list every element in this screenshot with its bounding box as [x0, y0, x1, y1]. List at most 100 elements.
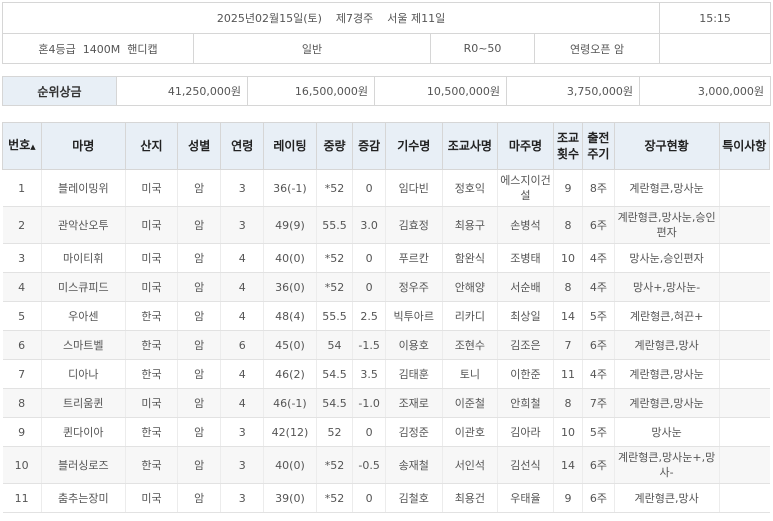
header-weight-change[interactable]: 증감 [352, 122, 386, 170]
cell-horse-name[interactable]: 블러싱로즈 [40, 446, 126, 484]
header-age[interactable]: 연령 [220, 122, 265, 170]
header-training-count[interactable]: 조교횟수 [552, 122, 584, 170]
cell-trainer[interactable]: 이관호 [441, 417, 498, 447]
cell-horse-name[interactable]: 춤추는장미 [40, 483, 126, 513]
cell-origin: 한국 [124, 446, 178, 484]
cell-owner[interactable]: 김조은 [497, 330, 554, 360]
table-row: 8 트리움퀸 미국 암 4 46(-1) 54.5 -1.0 조재로 이준철 안희철 8 7주 계란형큰,… [2, 388, 770, 418]
header-start-cycle[interactable]: 출전주기 [582, 122, 615, 170]
cell-owner[interactable]: 김아라 [497, 417, 554, 447]
cell-origin: 미국 [124, 206, 178, 244]
header-equipment[interactable]: 장구현황 [613, 122, 720, 170]
header-notes[interactable]: 특이사항 [718, 122, 771, 170]
cell-jockey[interactable]: 이용호 [384, 330, 443, 360]
entries-table: 번호▲ 마명 산지 성별 연령 레이팅 중량 증감 기수명 조교사명 마주명 조… [2, 122, 771, 513]
cell-jockey[interactable]: 김정준 [384, 417, 443, 447]
cell-trainer[interactable]: 최용건 [441, 483, 498, 513]
header-rating[interactable]: 레이팅 [263, 122, 317, 170]
cell-horse-name[interactable]: 디아나 [40, 359, 126, 389]
prize-table: 순위상금 41,250,000원 16,500,000원 10,500,000원… [2, 76, 771, 106]
cell-trainer[interactable]: 토니 [441, 359, 498, 389]
cell-weight: 54 [315, 330, 353, 360]
cell-sex: 암 [177, 359, 221, 389]
cell-origin: 한국 [124, 330, 178, 360]
cell-trainer[interactable]: 이준철 [441, 388, 498, 418]
cell-notes [718, 169, 770, 207]
cell-jockey[interactable]: 푸르칸 [384, 243, 443, 273]
cell-owner[interactable]: 우태율 [497, 483, 554, 513]
prize-1st: 41,250,000원 [116, 76, 248, 106]
table-row: 6 스마트벨 한국 암 6 45(0) 54 -1.5 이용호 조현수 김조은 7 6주 계란형큰,망사 [2, 330, 770, 360]
cell-jockey[interactable]: 임다빈 [384, 169, 443, 207]
cell-owner[interactable]: 김선식 [497, 446, 554, 484]
cell-owner[interactable]: 이한준 [497, 359, 554, 389]
cell-horse-name[interactable]: 우아센 [40, 301, 126, 331]
header-no[interactable]: 번호▲ [2, 122, 42, 170]
cell-horse-name[interactable]: 트리움퀸 [40, 388, 126, 418]
header-sex[interactable]: 성별 [177, 122, 222, 170]
cell-trainer[interactable]: 리카디 [441, 301, 498, 331]
cell-owner[interactable]: 손병석 [497, 206, 554, 244]
cell-weight: *52 [315, 272, 353, 302]
cell-owner[interactable]: 서순배 [497, 272, 554, 302]
cell-notes [718, 206, 770, 244]
cell-no: 9 [2, 417, 42, 447]
cell-horse-name[interactable]: 블레이밍위 [40, 169, 126, 207]
cell-owner[interactable]: 에스지이건설 [497, 169, 554, 207]
cell-rating: 46(-1) [263, 388, 317, 418]
cell-owner[interactable]: 최상일 [497, 301, 554, 331]
header-origin[interactable]: 산지 [124, 122, 179, 170]
cell-jockey[interactable]: 송재철 [384, 446, 443, 484]
cell-training-count: 8 [552, 206, 583, 244]
cell-weight: *52 [315, 169, 353, 207]
cell-sex: 암 [177, 301, 221, 331]
cell-sex: 암 [177, 206, 221, 244]
cell-weight-change: 3.5 [352, 359, 386, 389]
cell-horse-name[interactable]: 미스큐피드 [40, 272, 126, 302]
cell-horse-name[interactable]: 관악산오투 [40, 206, 126, 244]
cell-trainer[interactable]: 정호익 [441, 169, 498, 207]
cell-no: 2 [2, 206, 42, 244]
cell-origin: 한국 [124, 301, 178, 331]
cell-owner[interactable]: 조병태 [497, 243, 554, 273]
race-info-empty [659, 33, 772, 64]
header-horse[interactable]: 마명 [40, 122, 126, 170]
cell-sex: 암 [177, 243, 221, 273]
cell-owner[interactable]: 안희철 [497, 388, 554, 418]
cell-start-cycle: 5주 [582, 417, 615, 447]
header-owner[interactable]: 마주명 [497, 122, 554, 170]
cell-jockey[interactable]: 김효정 [384, 206, 443, 244]
table-row: 3 마이티휘 미국 암 4 40(0) *52 0 푸르칸 함완식 조병태 10 4주 망사눈,승인편자 [2, 243, 770, 273]
cell-notes [718, 446, 770, 484]
header-trainer[interactable]: 조교사명 [441, 122, 499, 170]
cell-training-count: 10 [552, 417, 583, 447]
cell-jockey[interactable]: 빅투아르 [384, 301, 443, 331]
cell-jockey[interactable]: 정우주 [384, 272, 443, 302]
cell-horse-name[interactable]: 퀸다이아 [40, 417, 126, 447]
cell-trainer[interactable]: 함완식 [441, 243, 498, 273]
cell-age: 3 [220, 206, 264, 244]
cell-equipment: 망사눈,승인편자 [613, 243, 720, 273]
header-weight[interactable]: 중량 [315, 122, 354, 170]
cell-training-count: 8 [552, 272, 583, 302]
cell-no: 8 [2, 388, 42, 418]
cell-trainer[interactable]: 조현수 [441, 330, 498, 360]
cell-trainer[interactable]: 안해양 [441, 272, 498, 302]
cell-jockey[interactable]: 조재로 [384, 388, 443, 418]
table-row: 7 디아나 한국 암 4 46(2) 54.5 3.5 김태훈 토니 이한준 11 4주 계란형큰,망사눈 [2, 359, 770, 389]
header-jockey[interactable]: 기수명 [384, 122, 443, 170]
cell-origin: 한국 [124, 417, 178, 447]
cell-equipment: 계란형큰,망사눈 [613, 169, 720, 207]
prize-2nd: 16,500,000원 [247, 76, 375, 106]
cell-horse-name[interactable]: 마이티휘 [40, 243, 126, 273]
cell-start-cycle: 6주 [582, 206, 615, 244]
cell-no: 10 [2, 446, 42, 484]
cell-trainer[interactable]: 최용구 [441, 206, 498, 244]
cell-jockey[interactable]: 김철호 [384, 483, 443, 513]
cell-trainer[interactable]: 서인석 [441, 446, 498, 484]
cell-notes [718, 483, 770, 513]
cell-horse-name[interactable]: 스마트벨 [40, 330, 126, 360]
cell-jockey[interactable]: 김태훈 [384, 359, 443, 389]
cell-notes [718, 301, 770, 331]
cell-rating: 40(0) [263, 446, 317, 484]
